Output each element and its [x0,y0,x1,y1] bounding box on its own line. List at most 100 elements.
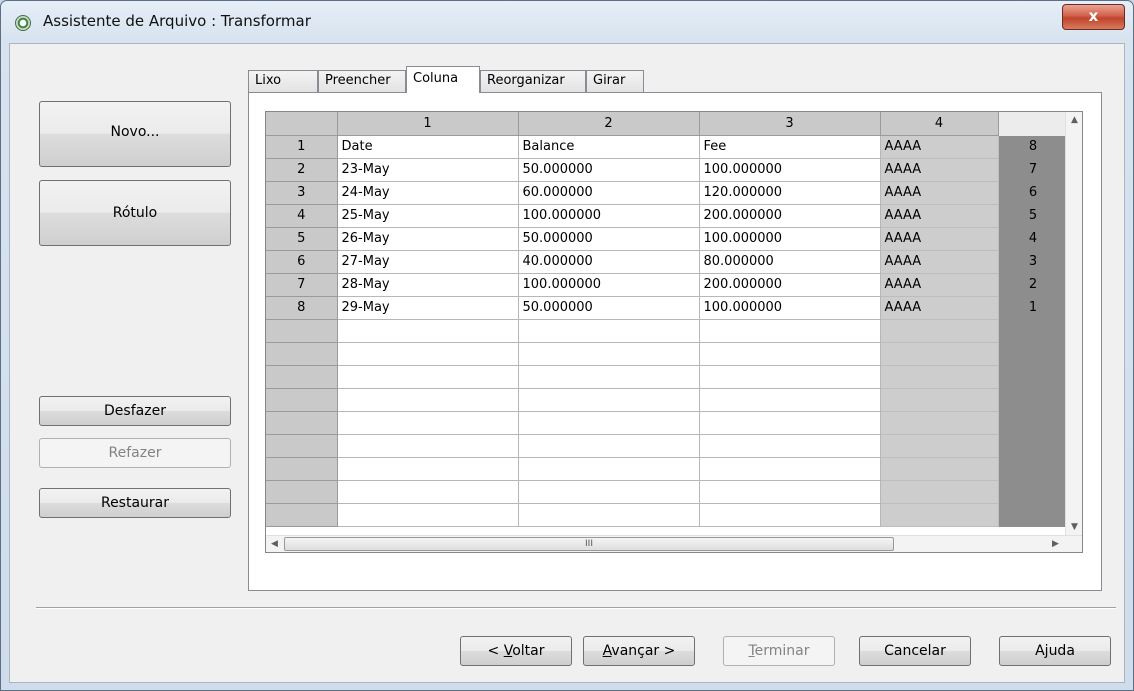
grid-cell[interactable] [518,503,700,527]
grid-cell[interactable] [518,319,700,343]
grid-cell[interactable] [337,365,519,389]
grid-cell[interactable] [337,503,519,527]
grid-cell[interactable] [699,411,881,435]
grid-cell[interactable] [518,388,700,412]
grid-cell[interactable]: 23-May [337,158,519,182]
grid-cell[interactable] [337,411,519,435]
grid-cell[interactable]: 2 [998,273,1069,297]
row-header[interactable] [266,411,338,435]
grid-cell[interactable]: 40.000000 [518,250,700,274]
row-header[interactable]: 8 [266,296,338,320]
grid-cell[interactable] [998,434,1069,458]
data-grid[interactable]: 1 2 3 4 1 Date Balance Fee AAAA 8 2 23-May 50.00… [265,111,1083,553]
grid-cell[interactable] [998,411,1069,435]
grid-cell[interactable]: Date [337,135,519,159]
row-header[interactable] [266,434,338,458]
row-header[interactable] [266,480,338,504]
grid-cell[interactable] [518,434,700,458]
grid-cell[interactable] [998,388,1069,412]
column-header[interactable]: 2 [518,112,700,136]
row-header[interactable]: 5 [266,227,338,251]
grid-cell[interactable]: 7 [998,158,1069,182]
grid-cell[interactable] [518,480,700,504]
grid-cell[interactable]: AAAA [880,227,999,251]
grid-cell[interactable]: 26-May [337,227,519,251]
grid-cell[interactable]: 120.000000 [699,181,881,205]
grid-cell[interactable]: 29-May [337,296,519,320]
grid-cell[interactable]: 80.000000 [699,250,881,274]
grid-cell[interactable]: 4 [998,227,1069,251]
column-header[interactable]: 3 [699,112,881,136]
grid-cell[interactable] [518,365,700,389]
scroll-left-icon[interactable]: ◀ [266,536,283,552]
grid-cell[interactable]: AAAA [880,135,999,159]
scroll-up-icon[interactable]: ▲ [1066,112,1082,129]
grid-cell[interactable] [337,457,519,481]
grid-cell[interactable] [998,457,1069,481]
grid-cell[interactable]: 50.000000 [518,227,700,251]
grid-cell[interactable]: 50.000000 [518,158,700,182]
grid-cell[interactable] [699,365,881,389]
tab-preencher[interactable]: Preencher [318,70,406,92]
grid-cell[interactable] [998,319,1069,343]
back-button[interactable]: < Voltar [460,636,572,666]
row-header[interactable]: 4 [266,204,338,228]
grid-cell[interactable] [880,319,999,343]
grid-cell[interactable]: AAAA [880,273,999,297]
grid-cell[interactable] [337,388,519,412]
grid-cell[interactable]: 100.000000 [699,227,881,251]
cancel-button[interactable]: Cancelar [859,636,971,666]
row-header[interactable]: 7 [266,273,338,297]
row-header[interactable] [266,457,338,481]
grid-cell[interactable]: AAAA [880,296,999,320]
finish-button[interactable]: Terminar [723,636,835,666]
column-header[interactable]: 1 [337,112,519,136]
grid-cell[interactable] [880,388,999,412]
tab-girar[interactable]: Girar [586,70,644,92]
row-header[interactable]: 3 [266,181,338,205]
grid-cell[interactable]: 100.000000 [518,204,700,228]
grid-cell[interactable] [337,480,519,504]
grid-cell[interactable] [880,503,999,527]
grid-cell[interactable] [518,411,700,435]
grid-cell[interactable] [880,365,999,389]
tab-coluna[interactable]: Coluna [406,66,480,93]
grid-cell[interactable] [699,319,881,343]
new-button[interactable]: Novo... [39,101,231,167]
grid-cell[interactable] [699,457,881,481]
next-button[interactable]: Avançar > [583,636,695,666]
scroll-down-icon[interactable]: ▼ [1066,519,1082,536]
grid-cell[interactable] [699,480,881,504]
grid-cell[interactable] [880,434,999,458]
grid-cell[interactable]: 27-May [337,250,519,274]
grid-cell[interactable]: Fee [699,135,881,159]
grid-cell[interactable] [880,457,999,481]
column-header[interactable]: 4 [880,112,999,136]
grid-cell[interactable]: AAAA [880,250,999,274]
row-header[interactable]: 2 [266,158,338,182]
help-button[interactable]: Ajuda [999,636,1111,666]
grid-cell[interactable]: AAAA [880,181,999,205]
grid-cell[interactable]: 1 [998,296,1069,320]
row-header[interactable]: 6 [266,250,338,274]
grid-cell[interactable]: 50.000000 [518,296,700,320]
grid-cell[interactable] [699,503,881,527]
row-header[interactable] [266,503,338,527]
grid-cell[interactable]: 28-May [337,273,519,297]
grid-cell[interactable]: 25-May [337,204,519,228]
tab-lixo[interactable]: Lixo [248,70,318,92]
grid-cell[interactable] [337,319,519,343]
grid-cell[interactable] [337,434,519,458]
tab-reorganizar[interactable]: Reorganizar [480,70,586,92]
grid-cell[interactable] [880,411,999,435]
grid-cell[interactable]: 6 [998,181,1069,205]
grid-cell[interactable]: 200.000000 [699,273,881,297]
grid-cell[interactable] [699,342,881,366]
grid-cell[interactable] [998,365,1069,389]
grid-cell[interactable]: 24-May [337,181,519,205]
scroll-right-icon[interactable]: ▶ [1047,536,1064,552]
grid-cell[interactable] [998,480,1069,504]
vertical-scrollbar[interactable]: ▲ ▼ [1065,112,1082,536]
grid-cell[interactable] [880,342,999,366]
row-header[interactable]: 1 [266,135,338,159]
